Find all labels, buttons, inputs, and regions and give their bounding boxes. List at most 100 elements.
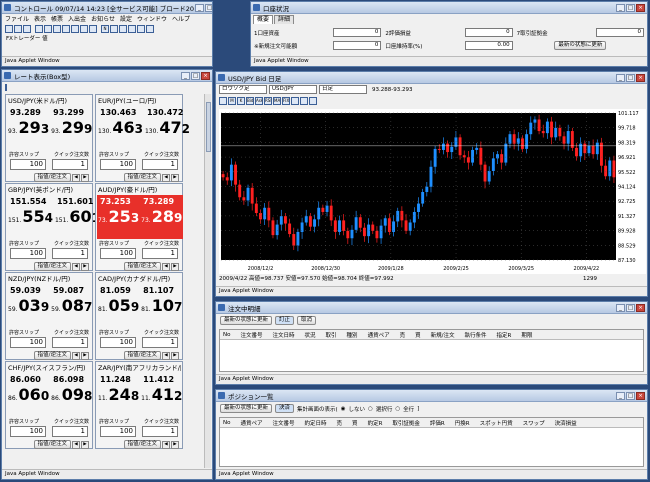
account-titlebar[interactable]: 口座状況 _ □ ×: [251, 2, 647, 14]
minimize-icon[interactable]: _: [616, 73, 625, 82]
limit-order-button[interactable]: 指値/逆注文: [33, 440, 71, 449]
maximize-icon[interactable]: □: [626, 391, 635, 400]
ask-button[interactable]: 86.098 86. 09 8: [50, 373, 93, 417]
arrow-right-icon[interactable]: ▶: [81, 173, 89, 182]
arrow-right-icon[interactable]: ▶: [171, 262, 179, 271]
bid-button[interactable]: 81.059 81. 05 9: [97, 284, 140, 328]
tool-m[interactable]: M: [228, 97, 236, 105]
period-select[interactable]: 日足: [319, 85, 367, 94]
orders-refresh-button[interactable]: 最新の状態に更新: [220, 316, 273, 325]
arrow-left-icon[interactable]: ◀: [72, 440, 80, 449]
slip-input[interactable]: 100: [100, 248, 136, 259]
column-header[interactable]: スポット円貨: [480, 419, 513, 427]
column-header[interactable]: 注文日時: [273, 331, 295, 339]
arrow-left-icon[interactable]: ◀: [72, 351, 80, 360]
qty-input[interactable]: 1: [142, 159, 178, 170]
bid-button[interactable]: 130.463 130. 46 3: [97, 106, 144, 150]
qty-input[interactable]: 1: [52, 426, 88, 437]
calendar-icon[interactable]: [110, 25, 118, 33]
column-header[interactable]: 売: [337, 419, 343, 427]
maximize-icon[interactable]: □: [626, 3, 635, 12]
arrow-left-icon[interactable]: ◀: [162, 351, 170, 360]
maximize-icon[interactable]: □: [205, 3, 212, 12]
minimize-icon[interactable]: _: [195, 3, 205, 12]
column-header[interactable]: 執行条件: [464, 331, 486, 339]
maximize-icon[interactable]: □: [626, 303, 635, 312]
settle-icon[interactable]: [53, 25, 61, 33]
tab-detail[interactable]: 詳細: [274, 15, 295, 24]
orders-titlebar[interactable]: 注文中明細 _ □ ×: [216, 302, 647, 314]
close-icon[interactable]: ×: [636, 3, 645, 12]
account-icon[interactable]: [71, 25, 79, 33]
menu-deposit[interactable]: 入出金: [68, 14, 86, 23]
positions-refresh-button[interactable]: 最新の状態に更新: [220, 404, 273, 413]
column-header[interactable]: 通貨ペア: [240, 419, 262, 427]
positions-titlebar[interactable]: ポジション一覧 _ □ ×: [216, 390, 647, 402]
close-icon[interactable]: ×: [201, 71, 210, 80]
list-icon[interactable]: [119, 25, 127, 33]
hand-icon[interactable]: [219, 97, 227, 105]
arrow-left-icon[interactable]: ◀: [72, 173, 80, 182]
exit-icon[interactable]: [146, 25, 154, 33]
slip-input[interactable]: 100: [100, 337, 136, 348]
column-header[interactable]: 取引: [326, 331, 337, 339]
arrow-right-icon[interactable]: ▶: [81, 262, 89, 271]
arrow-right-icon[interactable]: ▶: [81, 351, 89, 360]
candle-icon[interactable]: [23, 25, 31, 33]
ask-button[interactable]: 151.601151.601: [54, 195, 101, 239]
pair-select[interactable]: USD/JPY: [269, 85, 317, 94]
close-icon[interactable]: ×: [636, 73, 645, 82]
column-header[interactable]: 注文番号: [273, 419, 295, 427]
menu-help[interactable]: ヘルプ: [172, 14, 190, 23]
ask-button[interactable]: 93.299 93. 29 9: [50, 106, 93, 150]
chart-titlebar[interactable]: USD/JPY Bid 日足 _ □ ×: [216, 72, 647, 84]
limit-order-button[interactable]: 指値/逆注文: [33, 173, 71, 182]
bid-button[interactable]: 93.289 93. 29 3: [7, 106, 50, 150]
column-header[interactable]: スワップ: [523, 419, 545, 427]
arrow-right-icon[interactable]: ▶: [81, 440, 89, 449]
radio-selected-icon[interactable]: ○: [368, 406, 373, 412]
slip-input[interactable]: 100: [100, 426, 136, 437]
chart-type-select[interactable]: ロウソク足: [219, 85, 267, 94]
order-icon[interactable]: [35, 25, 43, 33]
bid-button[interactable]: 59.039 59. 03 9: [7, 284, 50, 328]
n-icon[interactable]: N: [101, 25, 109, 33]
rate-titlebar[interactable]: レート表示(Box型) _ □ ×: [2, 70, 212, 82]
tool-ask[interactable]: Ask: [255, 97, 263, 105]
scroll-thumb[interactable]: [206, 102, 211, 152]
limit-order-button[interactable]: 指値/逆注文: [33, 351, 71, 360]
arrow-right-icon[interactable]: ▶: [171, 173, 179, 182]
qty-input[interactable]: 1: [52, 337, 88, 348]
candlestick-chart[interactable]: 101.117 99.718 98.319 96.921 95.522 94.124 92.…: [219, 109, 646, 274]
bid-button[interactable]: 86.060 86. 06 0: [7, 373, 50, 417]
tool-bid[interactable]: Bid: [246, 97, 254, 105]
column-header[interactable]: 決済損益: [555, 419, 577, 427]
column-header[interactable]: 約定日時: [305, 419, 327, 427]
tab-summary[interactable]: 概要: [253, 15, 274, 24]
close-icon[interactable]: ×: [636, 303, 645, 312]
column-header[interactable]: 約定R: [368, 419, 383, 427]
column-header[interactable]: 新規/注文: [431, 331, 455, 339]
tool-k[interactable]: K: [237, 97, 245, 105]
qty-input[interactable]: 1: [52, 248, 88, 259]
slip-input[interactable]: 100: [10, 337, 46, 348]
minimize-icon[interactable]: _: [616, 303, 625, 312]
control-titlebar[interactable]: コントロール 09/07/14 14:23 [全サービス可能] ブロード20 _…: [2, 2, 212, 14]
limit-order-button[interactable]: 指値/逆注文: [123, 440, 161, 449]
minimize-icon[interactable]: _: [616, 3, 625, 12]
tool-rsi[interactable]: RSI: [264, 97, 272, 105]
column-header[interactable]: 状況: [305, 331, 316, 339]
radio-all-icon[interactable]: ○: [395, 406, 400, 412]
settings-icon[interactable]: [5, 84, 7, 91]
save-icon[interactable]: [128, 25, 136, 33]
column-header[interactable]: 買: [352, 419, 358, 427]
slip-input[interactable]: 100: [10, 159, 46, 170]
print-icon[interactable]: [137, 25, 145, 33]
bid-button[interactable]: 11.248 11. 24 8: [97, 373, 140, 417]
report-icon[interactable]: [80, 25, 88, 33]
column-header[interactable]: 種別: [347, 331, 358, 339]
column-header[interactable]: 取引証拠金: [392, 419, 420, 427]
positions-settle-button[interactable]: 決済: [275, 404, 295, 413]
ask-button[interactable]: 73.289 73. 28 9: [140, 195, 184, 239]
arrow-left-icon[interactable]: ◀: [162, 440, 170, 449]
